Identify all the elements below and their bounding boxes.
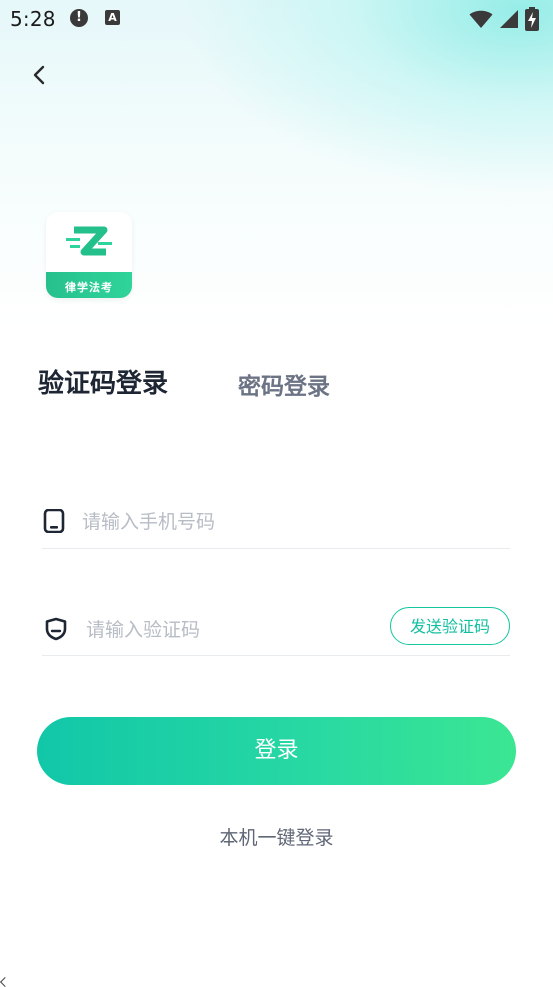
code-input[interactable] (86, 614, 376, 646)
phone-input[interactable] (82, 506, 482, 538)
shield-icon (44, 617, 68, 641)
alert-icon: ! (70, 9, 88, 27)
code-field: 发送验证码 (42, 604, 510, 656)
a-icon: A (105, 10, 120, 25)
login-button[interactable]: 登录 (37, 717, 516, 785)
status-time: 5:28 (10, 7, 56, 31)
chevron-left-icon (33, 65, 45, 85)
status-bar: 5:28 ! A (0, 0, 553, 38)
app-logo: 律学法考 (46, 212, 132, 298)
battery-icon (525, 7, 539, 31)
one-key-login-link[interactable]: 本机一键登录 (0, 823, 553, 850)
corner-mark (0, 977, 10, 987)
status-right-icons (469, 7, 539, 31)
wifi-icon (469, 10, 493, 28)
tab-sms-login[interactable]: 验证码登录 (38, 363, 168, 400)
logo-text: 律学法考 (65, 281, 113, 294)
phone-icon (42, 509, 66, 533)
tab-password-login[interactable]: 密码登录 (238, 367, 330, 401)
phone-field (42, 497, 510, 549)
back-button[interactable] (24, 60, 54, 90)
send-code-button[interactable]: 发送验证码 (390, 607, 510, 645)
signal-icon (500, 10, 518, 28)
